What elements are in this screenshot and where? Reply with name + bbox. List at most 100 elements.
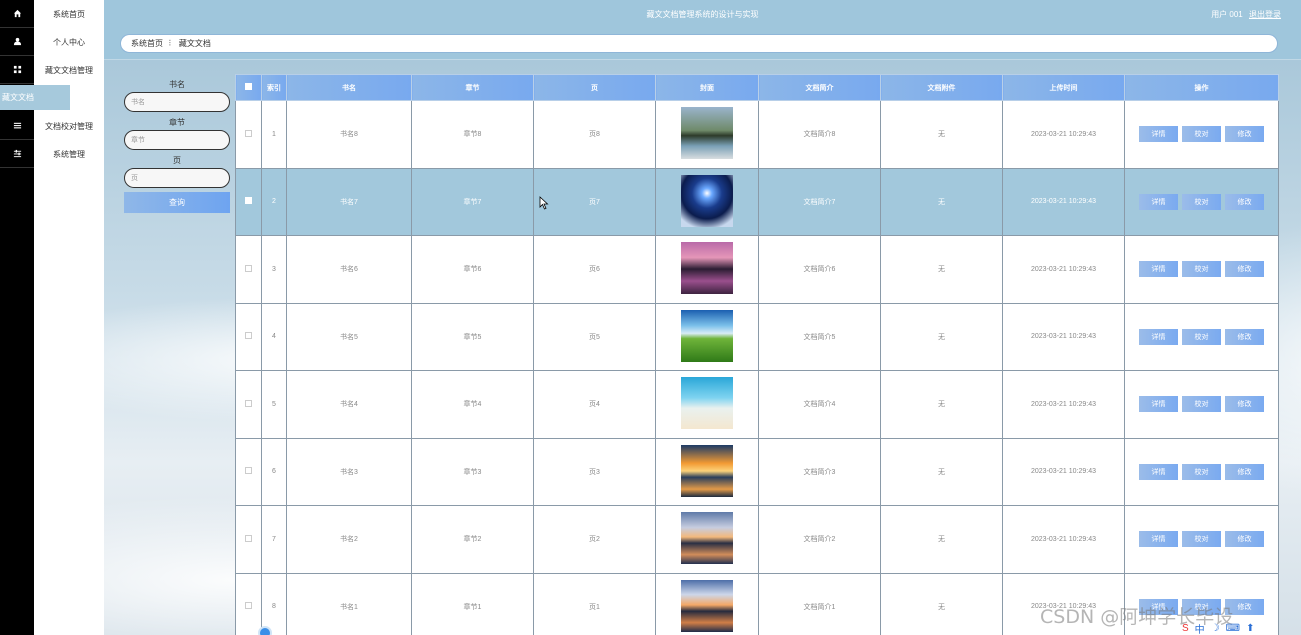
table-row[interactable]: 7 书名2 章节2 页2 文档简介2 无 2023-03-21 10:29:43… xyxy=(235,505,1279,574)
cell-cover xyxy=(655,167,759,236)
ime-logo-icon[interactable]: S xyxy=(1182,623,1189,634)
cell-cover xyxy=(655,302,759,371)
detail-button[interactable]: 详情 xyxy=(1139,531,1178,548)
cover-thumbnail[interactable] xyxy=(681,377,733,430)
col-header-cover: 封面 xyxy=(655,74,759,101)
detail-button[interactable]: 详情 xyxy=(1139,126,1178,143)
proofread-button[interactable]: 校对 xyxy=(1182,463,1221,480)
sidebar-item-home[interactable]: 系统首页 xyxy=(34,0,104,28)
book-input[interactable]: 书名 xyxy=(124,92,230,112)
cover-thumbnail[interactable] xyxy=(681,242,733,295)
cell-upload-time: 2023-03-21 10:29:43 xyxy=(1002,437,1125,506)
search-form: 书名 书名 章节 章节 页 页 查询 xyxy=(124,78,230,213)
cell-attachment: 无 xyxy=(880,167,1003,236)
cover-thumbnail[interactable] xyxy=(681,174,733,227)
edit-button[interactable]: 修改 xyxy=(1225,396,1264,413)
cell-cover xyxy=(655,437,759,506)
cell-actions: 详情 校对 修改 xyxy=(1124,437,1279,506)
table-row[interactable]: 1 书名8 章节8 页8 文档简介8 无 2023-03-21 10:29:43… xyxy=(235,100,1279,169)
row-checkbox[interactable] xyxy=(235,505,262,574)
ime-moon-icon[interactable]: ☽ xyxy=(1211,623,1220,634)
proofread-button[interactable]: 校对 xyxy=(1182,531,1221,548)
row-checkbox[interactable] xyxy=(235,235,262,304)
row-checkbox[interactable] xyxy=(235,572,262,635)
edit-button[interactable]: 修改 xyxy=(1225,531,1264,548)
cell-page: 页2 xyxy=(533,505,656,574)
cover-thumbnail[interactable] xyxy=(681,579,733,632)
cover-thumbnail[interactable] xyxy=(681,512,733,565)
cover-thumbnail[interactable] xyxy=(681,107,733,160)
chapter-input[interactable]: 章节 xyxy=(124,130,230,150)
detail-button[interactable]: 详情 xyxy=(1139,261,1178,278)
table-row[interactable]: 5 书名4 章节4 页4 文档简介4 无 2023-03-21 10:29:43… xyxy=(235,370,1279,439)
floating-button[interactable] xyxy=(258,626,272,635)
row-checkbox[interactable] xyxy=(235,100,262,169)
proofread-button[interactable]: 校对 xyxy=(1182,193,1221,210)
proofread-button[interactable]: 校对 xyxy=(1182,126,1221,143)
cell-page: 页5 xyxy=(533,302,656,371)
cell-page: 页3 xyxy=(533,437,656,506)
sidebar-item-system-management[interactable]: 系统管理 xyxy=(34,140,104,168)
cell-chapter: 章节3 xyxy=(411,437,534,506)
settings-icon[interactable] xyxy=(0,140,34,168)
table-row[interactable]: 4 书名5 章节5 页5 文档简介5 无 2023-03-21 10:29:43… xyxy=(235,302,1279,371)
col-header-upload-time: 上传时间 xyxy=(1002,74,1125,101)
cover-thumbnail[interactable] xyxy=(681,444,733,497)
edit-button[interactable]: 修改 xyxy=(1225,328,1264,345)
cell-page: 页4 xyxy=(533,370,656,439)
proofread-button[interactable]: 校对 xyxy=(1182,328,1221,345)
row-checkbox[interactable] xyxy=(235,370,262,439)
ime-lang-icon[interactable]: 中 xyxy=(1195,621,1205,635)
page-input[interactable]: 页 xyxy=(124,168,230,188)
grid-icon[interactable] xyxy=(0,56,34,84)
cell-attachment: 无 xyxy=(880,370,1003,439)
page-label: 页 xyxy=(173,156,181,165)
cell-actions: 详情 校对 修改 xyxy=(1124,235,1279,304)
cell-actions: 详情 校对 修改 xyxy=(1124,370,1279,439)
row-checkbox[interactable] xyxy=(235,437,262,506)
search-button[interactable]: 查询 xyxy=(124,192,230,213)
cell-upload-time: 2023-03-21 10:29:43 xyxy=(1002,167,1125,236)
sidebar-item-proofread-management[interactable]: 文档校对管理 xyxy=(34,112,104,140)
proofread-button[interactable]: 校对 xyxy=(1182,396,1221,413)
row-checkbox[interactable] xyxy=(235,167,262,236)
detail-button[interactable]: 详情 xyxy=(1139,193,1178,210)
home-icon[interactable] xyxy=(0,0,34,28)
row-checkbox[interactable] xyxy=(235,302,262,371)
logout-link[interactable]: 退出登录 xyxy=(1249,10,1281,19)
edit-button[interactable]: 修改 xyxy=(1225,126,1264,143)
cell-index: 3 xyxy=(261,235,287,304)
ime-keyboard-icon[interactable]: ⌨ xyxy=(1226,623,1240,634)
cell-chapter: 章节1 xyxy=(411,572,534,635)
cell-book: 书名8 xyxy=(286,100,412,169)
breadcrumb-home[interactable]: 系统首页 xyxy=(131,38,163,49)
sidebar-item-doc-management[interactable]: 藏文文档管理 xyxy=(34,56,104,84)
sidebar-item-profile[interactable]: 个人中心 xyxy=(34,28,104,56)
cell-intro: 文档简介2 xyxy=(758,505,881,574)
table-row[interactable]: 2 书名7 章节7 页7 文档简介7 无 2023-03-21 10:29:43… xyxy=(235,167,1279,236)
col-header-attachment: 文档附件 xyxy=(880,74,1003,101)
list-icon[interactable] xyxy=(0,112,34,140)
col-header-page: 页 xyxy=(533,74,656,101)
cell-actions: 详情 校对 修改 xyxy=(1124,302,1279,371)
user-icon[interactable] xyxy=(0,28,34,56)
cell-cover xyxy=(655,572,759,635)
edit-button[interactable]: 修改 xyxy=(1225,193,1264,210)
detail-button[interactable]: 详情 xyxy=(1139,328,1178,345)
cell-upload-time: 2023-03-21 10:29:43 xyxy=(1002,370,1125,439)
select-all-checkbox[interactable] xyxy=(235,74,262,101)
cover-thumbnail[interactable] xyxy=(681,309,733,362)
cell-cover xyxy=(655,235,759,304)
detail-button[interactable]: 详情 xyxy=(1139,463,1178,480)
ime-arrow-icon[interactable]: ⬆ xyxy=(1246,623,1254,634)
user-area: 用户 001 退出登录 xyxy=(1211,9,1281,20)
edit-button[interactable]: 修改 xyxy=(1225,463,1264,480)
edit-button[interactable]: 修改 xyxy=(1225,261,1264,278)
table-row[interactable]: 6 书名3 章节3 页3 文档简介3 无 2023-03-21 10:29:43… xyxy=(235,437,1279,506)
detail-button[interactable]: 详情 xyxy=(1139,396,1178,413)
sidebar-subitem-docs[interactable]: 藏文文档 xyxy=(0,85,70,110)
proofread-button[interactable]: 校对 xyxy=(1182,261,1221,278)
cell-page: 页7 xyxy=(533,167,656,236)
breadcrumb-current: 藏文文档 xyxy=(178,39,211,48)
table-row[interactable]: 3 书名6 章节6 页6 文档简介6 无 2023-03-21 10:29:43… xyxy=(235,235,1279,304)
